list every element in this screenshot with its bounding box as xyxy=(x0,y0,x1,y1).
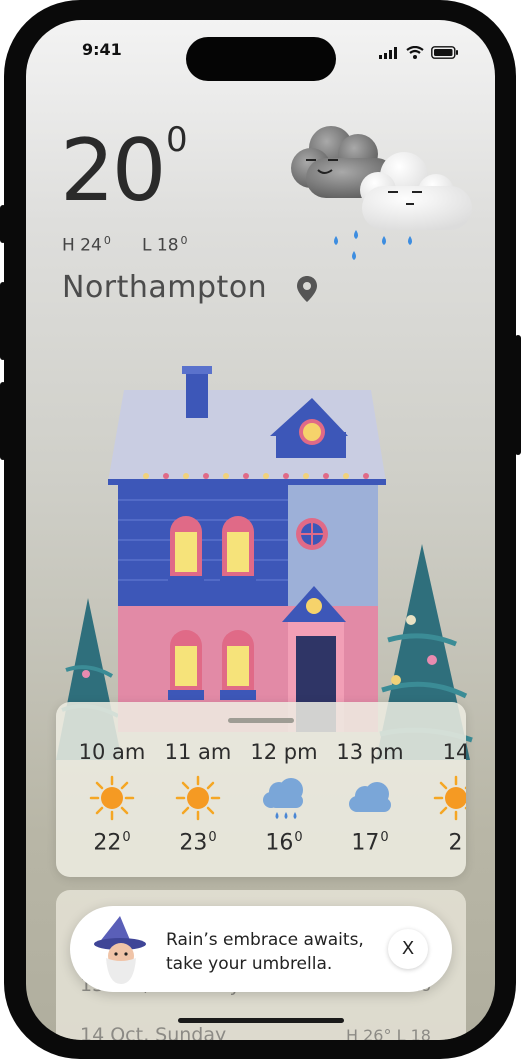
cloud-icon xyxy=(349,782,391,812)
toast-message: Rain’s embrace awaits, take your umbrell… xyxy=(166,928,364,976)
low-label: L 18 xyxy=(142,235,179,256)
drag-handle[interactable] xyxy=(228,718,294,723)
wizard-avatar-icon xyxy=(94,916,146,984)
city-name[interactable]: Northampton xyxy=(62,270,267,305)
low-temperature: L 18 0 xyxy=(142,234,188,256)
close-button[interactable]: X xyxy=(388,929,428,969)
power-button xyxy=(515,335,521,455)
hour-item[interactable]: 11 am 230 xyxy=(158,740,238,855)
toast-line-1: Rain’s embrace awaits, xyxy=(166,930,364,950)
status-icons xyxy=(379,46,459,59)
low-degree: 0 xyxy=(180,234,188,247)
hour-time: 10 am xyxy=(78,740,146,764)
hour-time: 14 xyxy=(442,740,466,764)
hour-item[interactable]: 12 pm 160 xyxy=(244,740,324,855)
hour-item[interactable]: 10 am 220 xyxy=(72,740,152,855)
home-indicator[interactable] xyxy=(178,1018,344,1023)
hour-time: 13 pm xyxy=(336,740,404,764)
rain-cloud-icon xyxy=(263,778,303,819)
sun-icon xyxy=(433,775,466,821)
battery-icon xyxy=(431,46,458,59)
high-degree: 0 xyxy=(103,234,111,247)
hour-time: 12 pm xyxy=(250,740,318,764)
volume-up-button xyxy=(0,282,6,360)
status-time: 9:41 xyxy=(82,40,122,59)
high-label: H 24 xyxy=(62,235,102,256)
daily-row-hilo: H 26° L 18 xyxy=(346,1026,431,1040)
current-temperature: 20 xyxy=(60,121,166,221)
umbrella-toast[interactable]: Rain’s embrace awaits, take your umbrell… xyxy=(70,906,452,992)
signal-icon xyxy=(379,47,397,59)
hour-time: 11 am xyxy=(164,740,232,764)
hour-temperature: 2 xyxy=(448,830,463,856)
degree-symbol: 0 xyxy=(166,120,188,160)
house-illustration xyxy=(56,366,473,760)
location-pin-icon[interactable] xyxy=(296,275,318,303)
high-temperature: H 24 0 xyxy=(62,234,111,256)
hourly-forecast-card[interactable]: 10 am 220 11 am 230 12 pm 160 13 pm 170 … xyxy=(56,702,466,877)
sun-icon xyxy=(89,775,135,821)
silent-switch xyxy=(0,205,6,243)
toast-line-2: take your umbrella. xyxy=(166,954,333,974)
hour-item[interactable]: 13 pm 170 xyxy=(330,740,410,855)
wifi-icon xyxy=(406,46,424,59)
hour-temperature: 220 xyxy=(93,830,131,856)
hour-temperature: 170 xyxy=(351,830,389,856)
hour-temperature: 160 xyxy=(265,830,303,856)
rain-cloud-illustration xyxy=(291,126,472,260)
volume-down-button xyxy=(0,382,6,460)
hour-temperature: 230 xyxy=(179,830,217,856)
dynamic-island xyxy=(186,37,336,81)
hour-item[interactable]: 14 2 xyxy=(416,740,466,855)
screen: 9:41 20 0 H 24 0 L 18 0 Northampton 10 a… xyxy=(26,20,495,1040)
sun-icon xyxy=(175,775,221,821)
daily-row-label[interactable]: 14 Oct, Sunday xyxy=(80,1024,226,1040)
